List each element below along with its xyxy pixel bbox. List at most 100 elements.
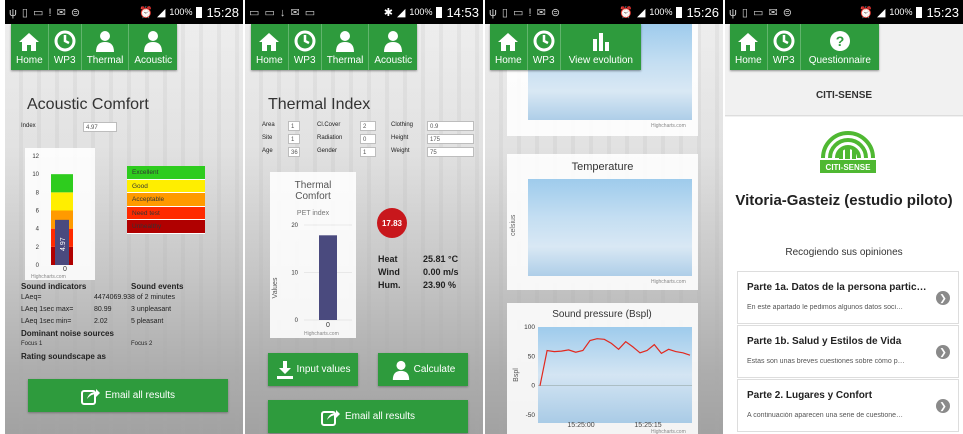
nav-wp3-label: WP3 xyxy=(532,55,555,66)
focus-2-label: Focus 2 xyxy=(131,341,153,347)
field-label-cl-cover: Cl.Cover xyxy=(317,122,341,128)
heat-value: 25.81 °C xyxy=(423,254,459,264)
y-tick-label: -50 xyxy=(526,412,536,419)
person-icon xyxy=(96,31,115,52)
thermal-chart: Thermal Comfort PET index 20 10 0 0 Highcha… xyxy=(270,172,356,338)
nav-acoustic[interactable]: Acoustic xyxy=(129,24,177,70)
nav-thermal-label: Thermal xyxy=(326,55,364,66)
alarm-icon: ⏰ xyxy=(139,6,153,19)
person-icon xyxy=(384,31,403,52)
input-values-button[interactable]: Input values xyxy=(268,353,358,386)
nav-wp3[interactable]: WP3 xyxy=(528,24,560,70)
logo-text: CITI-SENSE xyxy=(826,163,872,172)
field-label-area: Area xyxy=(262,122,275,128)
help-icon: ? xyxy=(829,31,850,51)
person-icon xyxy=(392,360,409,380)
clothing-field[interactable]: 0.9 xyxy=(427,121,474,131)
age-field[interactable]: 36 xyxy=(288,147,300,157)
chart-credit: Highcharts.com xyxy=(651,279,686,285)
legend-item: Unhealthy xyxy=(127,220,205,234)
battery-icon xyxy=(676,6,683,18)
questionnaire-item[interactable]: Parte 1a. Datos de la persona partic… En… xyxy=(737,271,959,324)
calculate-label: Calculate xyxy=(413,364,456,375)
nav-wp3[interactable]: WP3 xyxy=(289,24,321,70)
chevron-right-icon: ❯ xyxy=(936,345,950,359)
page-title: Thermal Index xyxy=(268,96,371,113)
clock-icon xyxy=(533,30,555,52)
nav-thermal[interactable]: Thermal xyxy=(82,24,129,70)
nav-home[interactable]: Home xyxy=(251,24,288,70)
clock: 15:28 xyxy=(206,4,239,20)
radiation-field[interactable]: 0 xyxy=(360,134,376,144)
item-title: Parte 2. Lugares y Confort xyxy=(747,390,873,401)
indicator-label: LAeq 1sec max= xyxy=(21,306,74,313)
clock: 15:26 xyxy=(686,4,719,20)
page-title: Acoustic Comfort xyxy=(27,96,149,113)
calculate-button[interactable]: Calculate xyxy=(378,353,468,386)
home-icon xyxy=(738,33,759,51)
weight-field[interactable]: 75 xyxy=(427,147,474,157)
download-icon xyxy=(276,360,293,379)
sound-pressure-svg: Sound pressure (Bspl) 100 50 0 -50 15:25:00… xyxy=(513,309,692,434)
y-tick-label: 6 xyxy=(36,209,40,215)
area-field[interactable]: 1 xyxy=(288,121,300,131)
notification-icons: ψ ▯ ▭ ✉ ⊜ xyxy=(729,6,793,19)
y-tick-label: 2 xyxy=(36,245,40,251)
wind-label: Wind xyxy=(378,267,400,277)
home-icon xyxy=(498,33,519,51)
nav-home[interactable]: Home xyxy=(490,24,527,70)
item-description: En este apartado le pedimos algunos dato… xyxy=(747,304,904,311)
composite-screenshot: ψ ▯ ▭ ! ✉ ⊜ ⏰ ◢ 100% 15:28 Home WP3 Thermal… xyxy=(0,0,963,434)
nav-home-label: Home xyxy=(256,55,283,66)
item-title: Parte 1a. Datos de la persona partic… xyxy=(747,282,927,293)
clock-icon xyxy=(773,30,795,52)
nav-bar: Home WP3 Thermal Acoustic xyxy=(251,24,418,70)
email-results-label: Email all results xyxy=(344,411,416,422)
cl-cover-field[interactable]: 2 xyxy=(360,121,376,131)
email-results-button[interactable]: Email all results xyxy=(28,379,228,412)
nav-home[interactable]: Home xyxy=(11,24,48,70)
signal-icon: ◢ xyxy=(156,6,166,19)
temperature-plot-area xyxy=(528,179,692,276)
field-label-site: Site xyxy=(262,135,273,141)
bluetooth-icon: ✱ xyxy=(383,6,393,19)
sound-pressure-title: Sound pressure (Bspl) xyxy=(552,309,652,320)
svg-text:?: ? xyxy=(836,33,845,49)
height-field[interactable]: 175 xyxy=(427,134,474,144)
humidity-value: 23.90 % xyxy=(423,280,457,290)
index-field[interactable]: 4.97 xyxy=(83,122,117,132)
nav-wp3[interactable]: WP3 xyxy=(49,24,81,70)
clock-icon xyxy=(294,30,316,52)
signal-icon: ◢ xyxy=(876,6,886,19)
field-label-gender: Gender xyxy=(317,148,338,154)
header-bar: CITI-SENSE xyxy=(725,76,963,116)
battery-percent: 100% xyxy=(889,7,913,17)
y-tick-label: 12 xyxy=(32,154,39,160)
nav-questionnaire[interactable]: ? Questionnaire xyxy=(801,24,879,70)
indicator-label: LAeq= xyxy=(21,294,42,301)
indicator-value: 4474069.93 xyxy=(94,294,131,301)
time-tick-label: 15:25:15 xyxy=(634,422,661,429)
sound-indicators-heading: Sound indicators xyxy=(21,282,87,291)
gender-field[interactable]: 1 xyxy=(360,147,376,157)
nav-home[interactable]: Home xyxy=(730,24,767,70)
chart-credit: Highcharts.com xyxy=(651,429,686,434)
status-bar: ▭ ▭ ↓ ✉ ▭ ✱ ◢ 100% 14:53 xyxy=(245,0,483,24)
nav-acoustic-label: Acoustic xyxy=(134,55,173,66)
acoustic-chart: 12 10 8 6 4 2 0 4.97 0 Highcharts.com xyxy=(25,148,95,280)
battery-percent: 100% xyxy=(649,7,673,17)
questionnaire-item[interactable]: Parte 1b. Salud y Estilos de Vida Estas … xyxy=(737,325,959,378)
header-title: CITI-SENSE xyxy=(815,90,873,101)
field-label-age: Age xyxy=(262,148,273,154)
nav-thermal[interactable]: Thermal xyxy=(322,24,369,70)
y-tick-label: 8 xyxy=(36,190,40,196)
legend-item: Good xyxy=(127,179,205,193)
questionnaire-item[interactable]: Parte 2. Lugares y Confort A continuació… xyxy=(737,379,959,432)
nav-acoustic[interactable]: Acoustic xyxy=(369,24,417,70)
status-bar: ψ ▯ ▭ ! ✉ ⊜ ⏰ ◢ 100% 15:28 xyxy=(5,0,243,24)
site-field[interactable]: 1 xyxy=(288,134,300,144)
nav-wp3[interactable]: WP3 xyxy=(768,24,800,70)
email-results-button[interactable]: Email all results xyxy=(268,400,468,433)
nav-view-evolution[interactable]: View evolution xyxy=(561,24,641,70)
event-text: 5 pleasant xyxy=(131,318,164,325)
